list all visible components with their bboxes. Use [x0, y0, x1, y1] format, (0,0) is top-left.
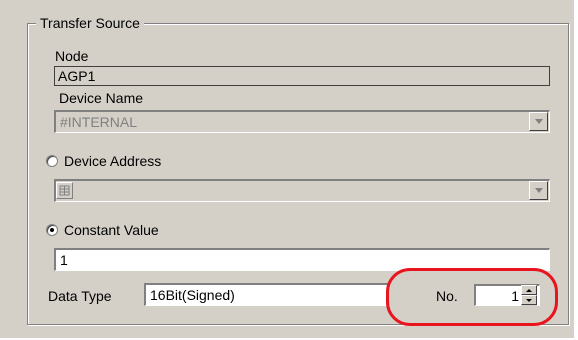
data-type-label: Data Type [48, 288, 112, 304]
device-name-label: Device Name [59, 90, 144, 106]
device-address-combo[interactable] [54, 179, 550, 202]
device-address-label: Device Address [64, 153, 162, 169]
device-name-combo[interactable]: #INTERNAL [54, 110, 550, 133]
data-type-field[interactable]: 16Bit(Signed) [144, 283, 388, 306]
constant-value-radio[interactable] [46, 224, 58, 236]
device-name-value: #INTERNAL [60, 114, 138, 130]
chevron-down-icon [534, 119, 543, 124]
radio-selected-dot [50, 228, 54, 232]
node-field: AGP1 [54, 66, 550, 86]
device-address-dropdown-button[interactable] [529, 181, 548, 200]
constant-value-label: Constant Value [64, 222, 159, 238]
group-title: Transfer Source [36, 14, 144, 32]
highlight-annotation [386, 268, 558, 326]
chevron-down-icon [534, 188, 543, 193]
grid-icon[interactable] [56, 182, 73, 199]
panel-edge [574, 0, 578, 340]
node-label: Node [55, 48, 89, 64]
device-name-dropdown-button[interactable] [529, 112, 548, 131]
device-address-radio[interactable] [46, 155, 58, 167]
